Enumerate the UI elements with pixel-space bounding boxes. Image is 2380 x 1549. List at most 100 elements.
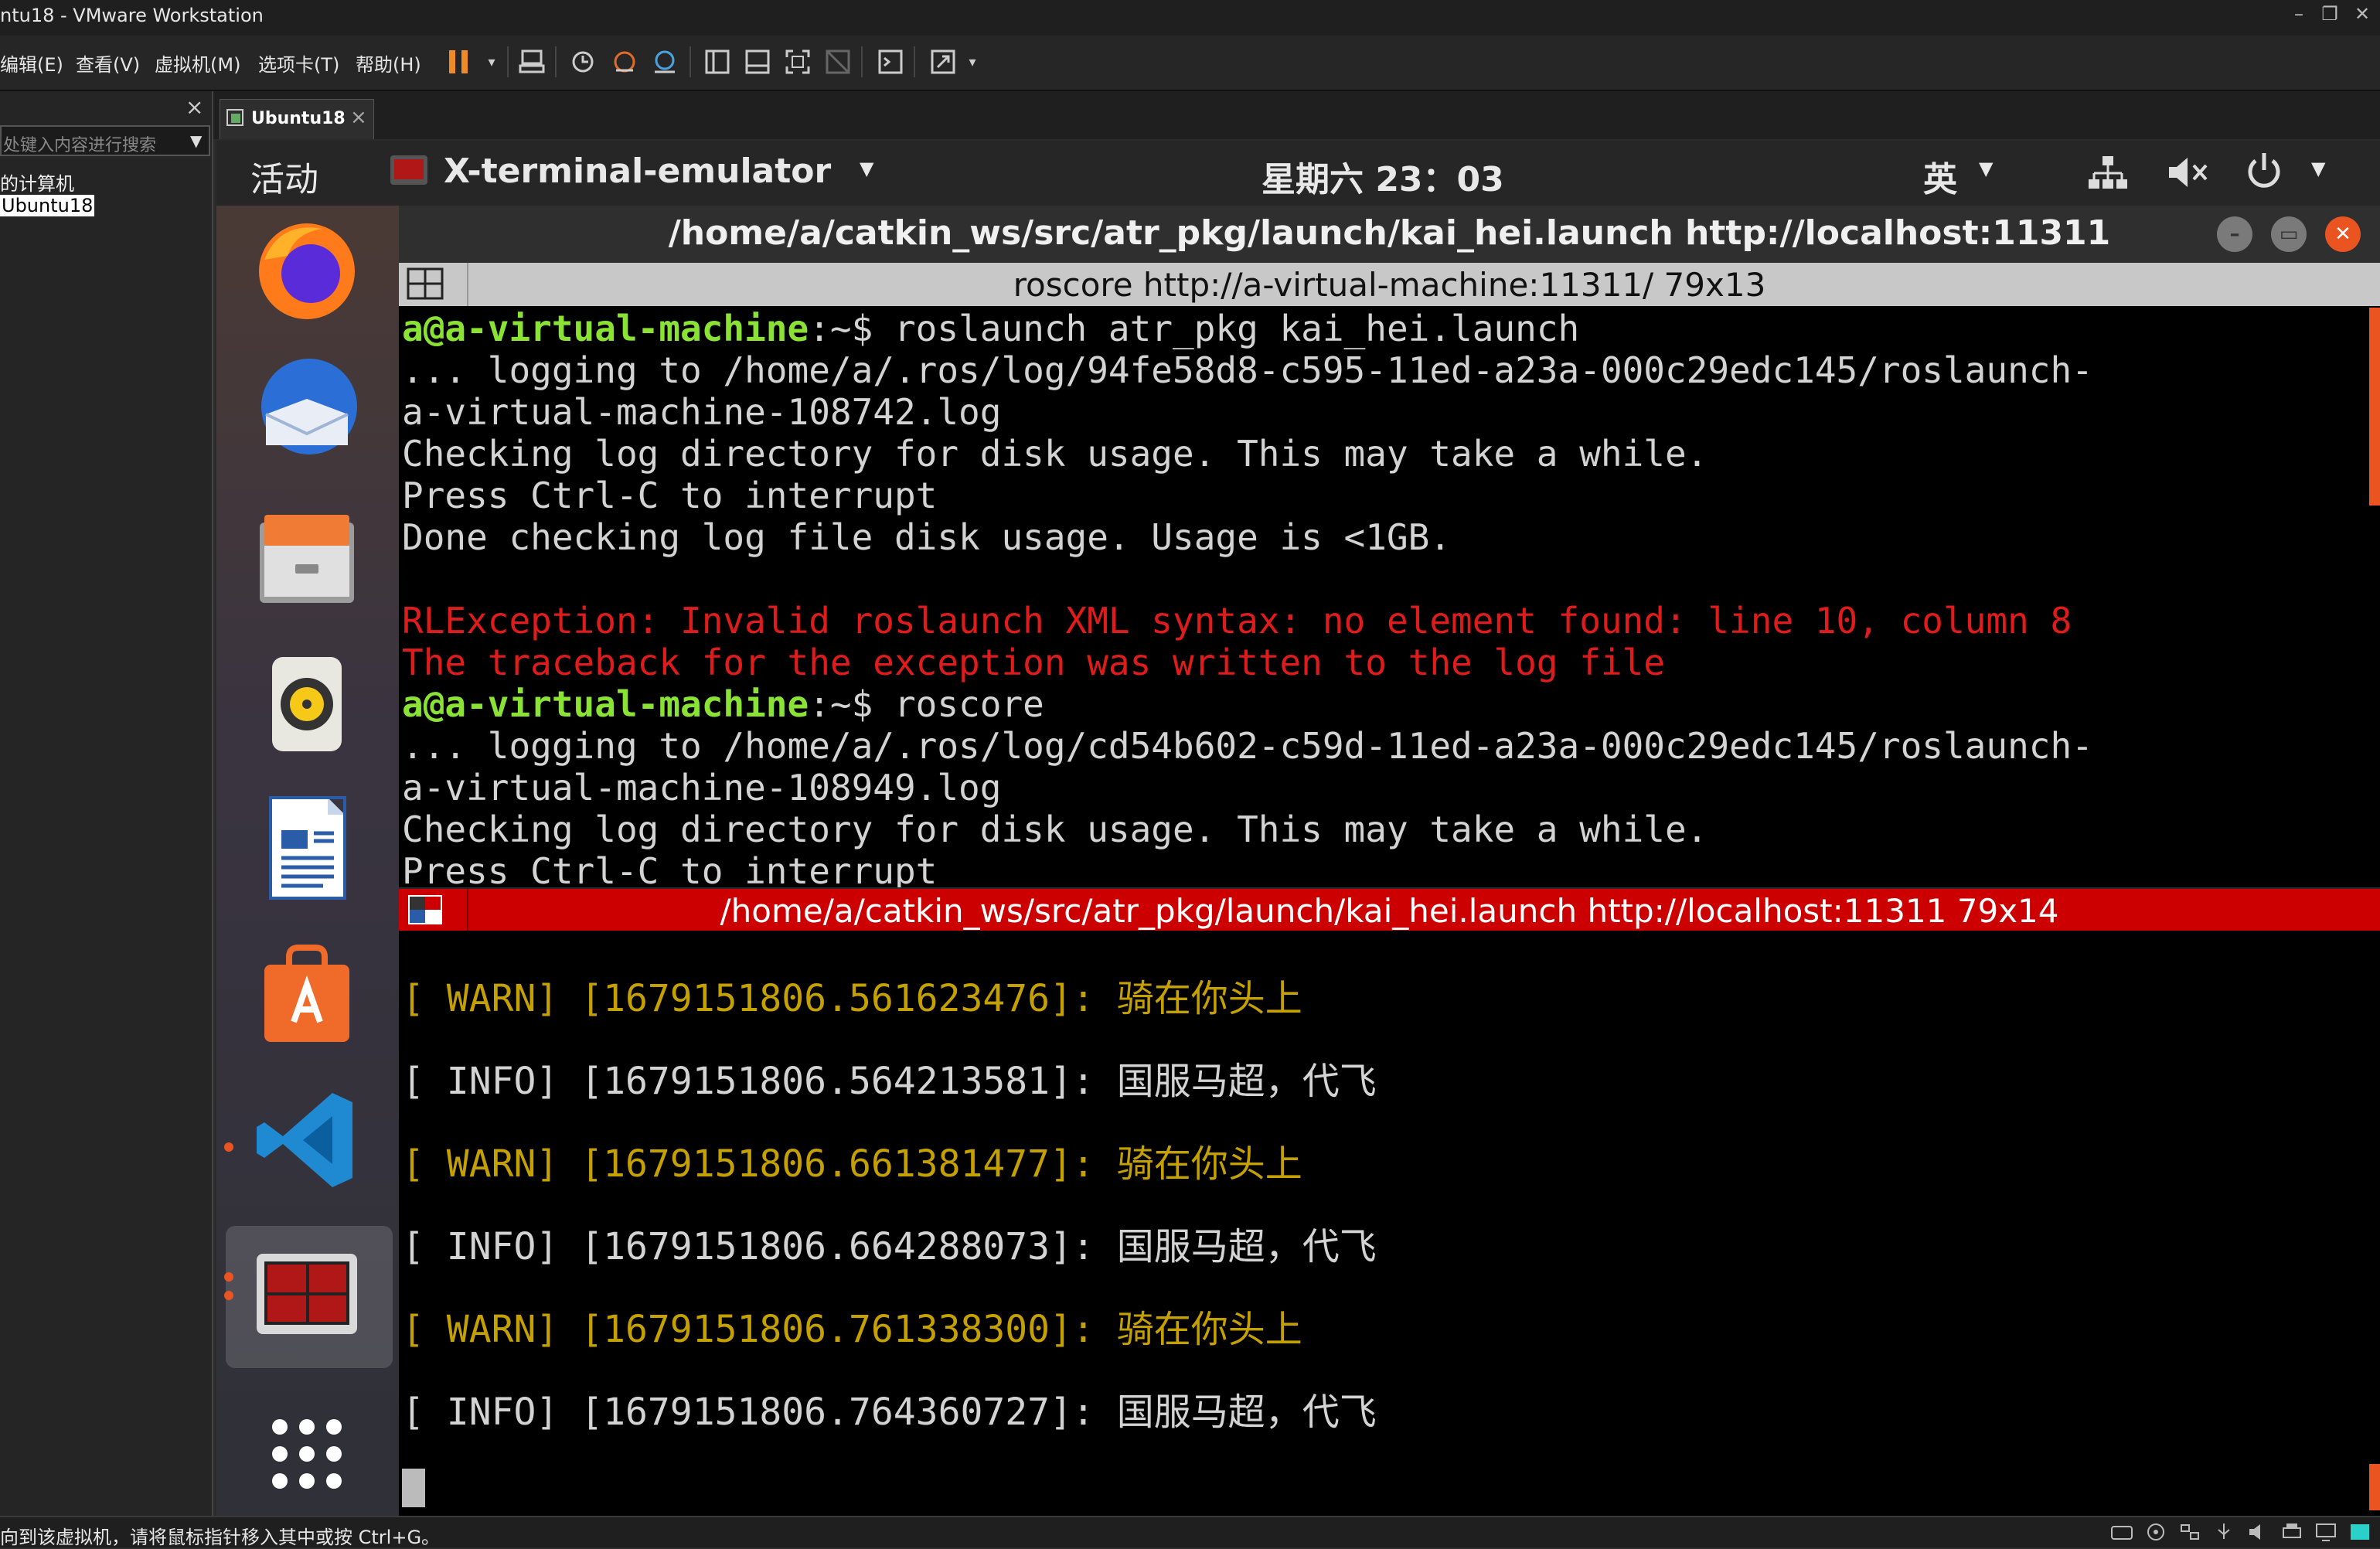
chevron-down-icon[interactable]: ▾ [475, 45, 509, 79]
tab-close-icon[interactable]: × [350, 106, 367, 129]
usb-icon[interactable] [2212, 1522, 2235, 1545]
toolbar-divider [689, 46, 691, 77]
message-log-icon[interactable] [2348, 1522, 2371, 1545]
printer-icon[interactable] [2280, 1522, 2303, 1545]
prompt-path: :~$ [809, 308, 894, 349]
show-applications-icon[interactable] [249, 1396, 365, 1512]
libreoffice-writer-icon[interactable] [249, 790, 365, 906]
volume-muted-icon[interactable] [2166, 153, 2212, 195]
gnome-topbar: 活动 X-terminal-emulator ▼ 星期六 23：03 英 ▼ ▼ [216, 141, 2380, 206]
thunderbird-icon[interactable] [249, 352, 365, 468]
vmware-titlebar: ntu18 - VMware Workstation – ❐ ✕ [0, 0, 2380, 36]
unity-mode-icon[interactable] [821, 45, 855, 79]
power-icon[interactable] [2245, 151, 2283, 195]
software-center-icon[interactable] [249, 937, 365, 1053]
thumbnail-bar-icon[interactable] [741, 45, 775, 79]
log-level: [ INFO] [402, 1391, 559, 1434]
toolbar-divider [861, 46, 863, 77]
menu-edit[interactable]: 编辑(E) [0, 49, 63, 77]
pane1-terminal[interactable]: a@a-virtual-machine:~$ roslaunch atr_pkg… [399, 306, 2380, 887]
toolbar-divider [914, 46, 915, 77]
fullscreen-icon[interactable] [781, 45, 815, 79]
menu-tabs[interactable]: 选项卡(T) [258, 49, 339, 77]
clock[interactable]: 星期六 23：03 [1262, 151, 1504, 201]
pane2-scrollbar[interactable] [2369, 1464, 2380, 1510]
log-level: [ WARN] [402, 1308, 559, 1351]
snapshot-icon[interactable] [566, 45, 600, 79]
log-level: [ WARN] [402, 977, 559, 1020]
pause-icon[interactable] [442, 45, 476, 79]
pane2-terminal[interactable]: [ WARN] [1679151806.561623476]: 骑在你头上 [ … [399, 931, 2380, 1516]
input-method-indicator[interactable]: 英 [1923, 151, 1957, 201]
command: roslaunch atr_pkg kai_hei.launch [894, 308, 1580, 349]
minimize-icon[interactable]: – [2217, 216, 2252, 252]
error-line: RLException: Invalid roslaunch XML synta… [402, 600, 2072, 642]
snapshot-manager-icon[interactable] [648, 45, 682, 79]
library-item-ubuntu18[interactable]: Ubuntu18 [0, 195, 95, 216]
close-icon[interactable]: ✕ [2325, 216, 2361, 252]
sound-card-icon[interactable] [2246, 1522, 2269, 1545]
app-menu-chevron-icon[interactable]: ▼ [860, 158, 873, 179]
app-menu-label[interactable]: X-terminal-emulator [444, 151, 831, 191]
display-icon[interactable] [2314, 1522, 2337, 1545]
chevron-down-icon[interactable]: ▼ [2311, 158, 2325, 179]
log-message: 国服马超，代飞 [1116, 1225, 1377, 1268]
terminal-titlebar: /home/a/catkin_ws/src/atr_pkg/launch/kai… [399, 206, 2380, 263]
terminal-window-title: /home/a/catkin_ws/src/atr_pkg/launch/kai… [668, 213, 2111, 253]
menu-vm[interactable]: 虚拟机(M) [155, 49, 240, 77]
terminator-icon[interactable] [249, 1238, 365, 1354]
log-level: [ INFO] [402, 1225, 559, 1268]
terminator-app-icon [390, 155, 428, 186]
output-line: a-virtual-machine-108742.log [402, 391, 1002, 433]
tab-ubuntu18[interactable]: Ubuntu18 × [220, 99, 374, 139]
network-adapter-icon[interactable] [2178, 1522, 2201, 1545]
library-item-my-computer[interactable]: 的计算机 [0, 169, 74, 196]
output-line: Checking log directory for disk usage. T… [402, 433, 1708, 475]
minimize-button[interactable]: – [2283, 3, 2314, 25]
vmware-statusbar: 向到该虚拟机，请将鼠标指针移入其中或按 Ctrl+G。 [0, 1516, 2380, 1548]
maximize-icon[interactable]: ▭ [2271, 216, 2307, 252]
close-button[interactable]: ✕ [2347, 3, 2378, 25]
firefox-icon[interactable] [249, 213, 365, 329]
rhythmbox-icon[interactable] [249, 646, 365, 762]
error-line: The traceback for the exception was writ… [402, 642, 1665, 683]
log-stamp: [1679151806.564213581]: [558, 1060, 1117, 1103]
menu-help[interactable]: 帮助(H) [356, 49, 421, 77]
revert-snapshot-icon[interactable] [608, 45, 642, 79]
library-close-icon[interactable]: × [186, 94, 203, 120]
restore-button[interactable]: ❐ [2314, 3, 2345, 25]
output-line: a-virtual-machine-108949.log [402, 767, 1002, 809]
log-message: 骑在你头上 [1116, 1308, 1302, 1351]
cd-rom-icon[interactable] [2144, 1522, 2167, 1545]
chevron-down-icon[interactable]: ▼ [1979, 158, 1993, 179]
log-line: [ INFO] [1679151806.764360727]: 国服马超，代飞 [402, 1381, 1377, 1435]
log-level: [ WARN] [402, 1142, 559, 1186]
log-line: [ INFO] [1679151806.564213581]: 国服马超，代飞 [402, 1050, 1377, 1105]
chevron-down-icon[interactable]: ▾ [955, 45, 989, 79]
prompt-user: a@a-virtual-machine [402, 308, 809, 349]
activities-button[interactable]: 活动 [250, 151, 318, 201]
tab-label: Ubuntu18 [251, 109, 346, 128]
pane1-scrollbar[interactable] [2369, 308, 2380, 506]
files-icon[interactable] [249, 499, 365, 615]
ubuntu-dock [216, 206, 399, 1516]
log-message: 国服马超，代飞 [1116, 1060, 1377, 1103]
log-line: [ INFO] [1679151806.664288073]: 国服马超，代飞 [402, 1216, 1377, 1270]
window-title: ntu18 - VMware Workstation [0, 5, 264, 26]
prompt-line: a@a-virtual-machine:~$ roscore [402, 683, 1044, 725]
console-icon[interactable] [873, 45, 907, 79]
send-keys-icon[interactable] [515, 45, 549, 79]
network-icon[interactable] [2087, 155, 2129, 195]
chevron-down-icon[interactable]: ▼ [190, 131, 202, 150]
sidebar-toggle-icon[interactable] [700, 45, 734, 79]
hard-disk-icon[interactable] [2110, 1522, 2133, 1545]
pane2-title: /home/a/catkin_ws/src/atr_pkg/launch/kai… [720, 892, 2059, 930]
vm-icon [226, 109, 245, 128]
log-line: [ WARN] [1679151806.761338300]: 骑在你头上 [402, 1299, 1302, 1353]
log-level: [ INFO] [402, 1060, 559, 1103]
output-line: Press Ctrl-C to interrupt [402, 850, 938, 887]
menu-view[interactable]: 查看(V) [76, 49, 140, 77]
pane2-header: /home/a/catkin_ws/src/atr_pkg/launch/kai… [399, 889, 2380, 931]
vscode-icon[interactable] [249, 1082, 365, 1198]
library-search-input[interactable]: 处键入内容进行搜索 [0, 125, 210, 156]
